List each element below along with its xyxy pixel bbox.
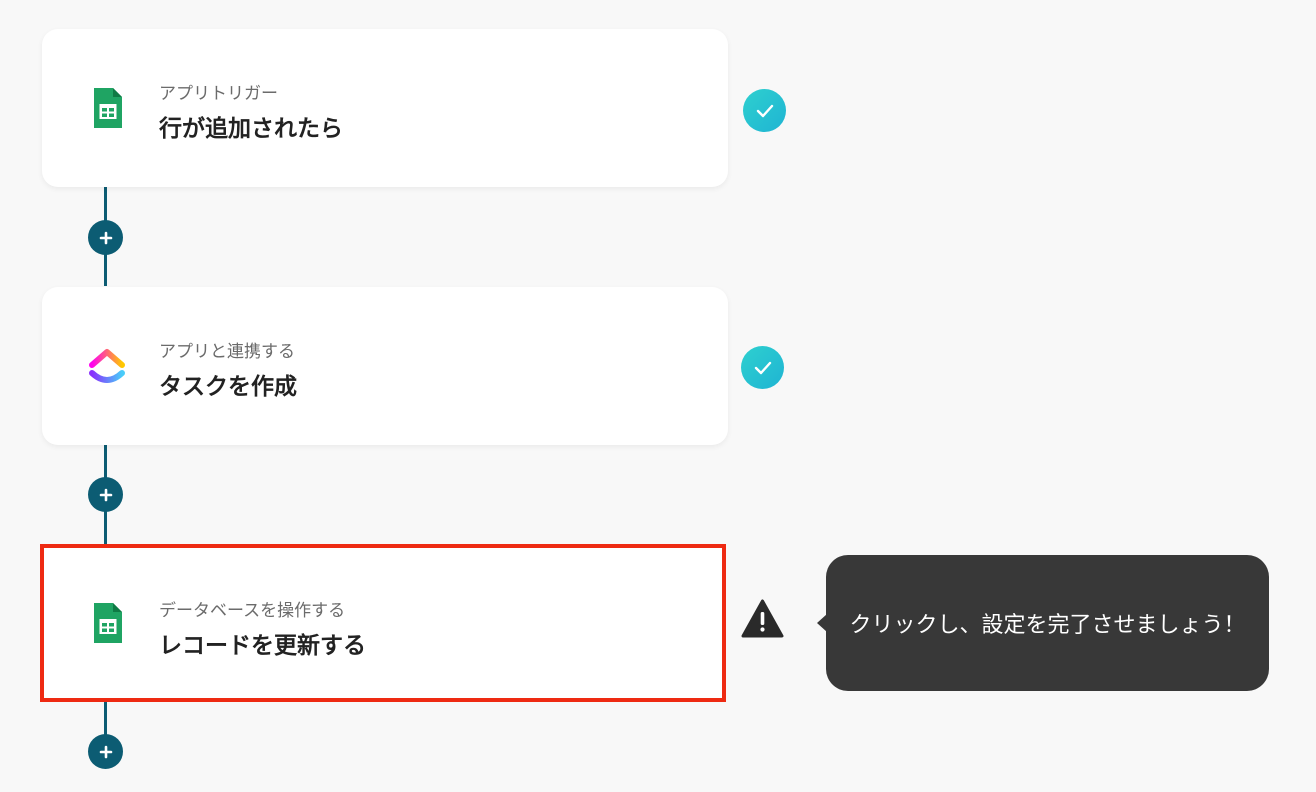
flow-step-card[interactable]: アプリと連携する タスクを作成 [42,287,728,445]
flow-step-card[interactable]: データベースを操作する レコードを更新する [40,544,726,702]
step-title: 行が追加されたら [159,116,343,142]
add-step-button[interactable] [88,734,123,769]
step-type-label: アプリと連携する [159,342,295,362]
clickup-icon [84,343,130,389]
plus-icon [99,745,112,758]
step-title: タスクを作成 [159,374,297,400]
add-step-button[interactable] [88,220,123,255]
google-sheets-icon [84,600,130,646]
plus-icon [99,488,112,501]
warning-triangle-icon [740,598,785,640]
check-icon [741,346,784,389]
step-type-label: アプリトリガー [159,84,278,104]
tooltip-text: クリックし、設定を完了させましょう！ [849,613,1246,638]
check-icon [743,89,786,132]
google-sheets-icon [84,85,130,131]
flow-step-card[interactable]: アプリトリガー 行が追加されたら [42,29,728,187]
setup-hint-tooltip: クリックし、設定を完了させましょう！ [817,555,1269,691]
plus-icon [99,231,112,244]
step-type-label: データベースを操作する [159,601,346,621]
add-step-button[interactable] [88,477,123,512]
step-title: レコードを更新する [159,633,366,659]
